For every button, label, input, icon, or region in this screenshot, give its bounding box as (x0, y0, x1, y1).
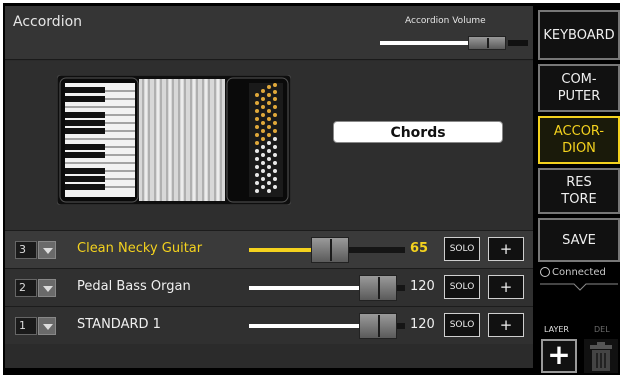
channel-number: 2 (15, 279, 37, 297)
channel-select[interactable]: 1 (15, 317, 61, 335)
computer-button[interactable]: COM- PUTER (538, 64, 620, 112)
globe-icon (540, 267, 550, 277)
layer-volume-slider[interactable] (249, 275, 405, 301)
layer-volume-value: 120 (410, 279, 435, 294)
accordion-volume-slider[interactable] (380, 36, 528, 50)
slider-thumb[interactable] (359, 275, 397, 301)
layer-volume-value: 120 (410, 317, 435, 332)
slider-thumb[interactable] (311, 237, 349, 263)
status-underline (540, 283, 618, 291)
accordion-button[interactable]: ACCOR- DION (538, 116, 620, 164)
header-bar: Accordion Accordion Volume (5, 6, 533, 60)
add-button[interactable]: + (488, 313, 524, 337)
trash-icon (590, 342, 612, 371)
bass-buttons (249, 83, 283, 197)
channel-select[interactable]: 3 (15, 241, 61, 259)
slider-track-rest (349, 247, 405, 253)
layer-label: LAYER (544, 325, 569, 334)
chords-button[interactable]: Chords (333, 121, 503, 143)
slider-track-rest (397, 323, 405, 329)
slider-track-fill (249, 286, 367, 290)
piano-keys (65, 83, 135, 197)
volume-slider-thumb[interactable] (468, 36, 506, 50)
layer-row[interactable]: 3 Clean Necky Guitar 65 SOLO + (5, 230, 533, 268)
solo-button[interactable]: SOLO (444, 275, 480, 299)
layer-name[interactable]: Clean Necky Guitar (77, 241, 202, 256)
sidebar: KEYBOARD COM- PUTER ACCOR- DION RES TORE… (538, 6, 620, 374)
save-button[interactable]: SAVE (538, 218, 620, 262)
layer-name[interactable]: STANDARD 1 (77, 317, 161, 332)
slider-track-fill (249, 248, 311, 252)
slider-thumb[interactable] (359, 313, 397, 339)
solo-button[interactable]: SOLO (444, 237, 480, 261)
page-title: Accordion (13, 14, 83, 30)
plus-icon: + (547, 338, 571, 371)
chevron-down-icon[interactable] (38, 241, 56, 259)
layer-volume-value: 65 (410, 241, 429, 256)
main-panel: Accordion Accordion Volume Chords 3 Clea… (5, 6, 533, 368)
volume-track-fill (380, 41, 476, 45)
volume-label: Accordion Volume (405, 16, 486, 26)
slider-track-fill (249, 324, 367, 328)
layer-volume-slider[interactable] (249, 237, 405, 263)
accordion-image (57, 75, 291, 205)
connection-status: Connected (538, 264, 620, 298)
chevron-down-icon[interactable] (38, 279, 56, 297)
status-text: Connected (552, 267, 606, 278)
add-layer-button[interactable]: + (541, 339, 577, 373)
add-button[interactable]: + (488, 275, 524, 299)
add-button[interactable]: + (488, 237, 524, 261)
layer-volume-slider[interactable] (249, 313, 405, 339)
chevron-down-icon[interactable] (38, 317, 56, 335)
bellows (139, 79, 225, 201)
slider-track-rest (397, 285, 405, 291)
keyboard-button[interactable]: KEYBOARD (538, 10, 620, 60)
layer-row[interactable]: 2 Pedal Bass Organ 120 SOLO + (5, 268, 533, 306)
delete-label: DEL (594, 325, 610, 334)
channel-number: 3 (15, 241, 37, 259)
accordion-area: Chords (5, 61, 533, 230)
layer-name[interactable]: Pedal Bass Organ (77, 279, 191, 294)
delete-layer-button[interactable] (584, 339, 618, 373)
restore-button[interactable]: RES TORE (538, 168, 620, 214)
solo-button[interactable]: SOLO (444, 313, 480, 337)
layer-row[interactable]: 1 STANDARD 1 120 SOLO + (5, 306, 533, 344)
channel-number: 1 (15, 317, 37, 335)
volume-track-rest (508, 40, 528, 46)
channel-select[interactable]: 2 (15, 279, 61, 297)
